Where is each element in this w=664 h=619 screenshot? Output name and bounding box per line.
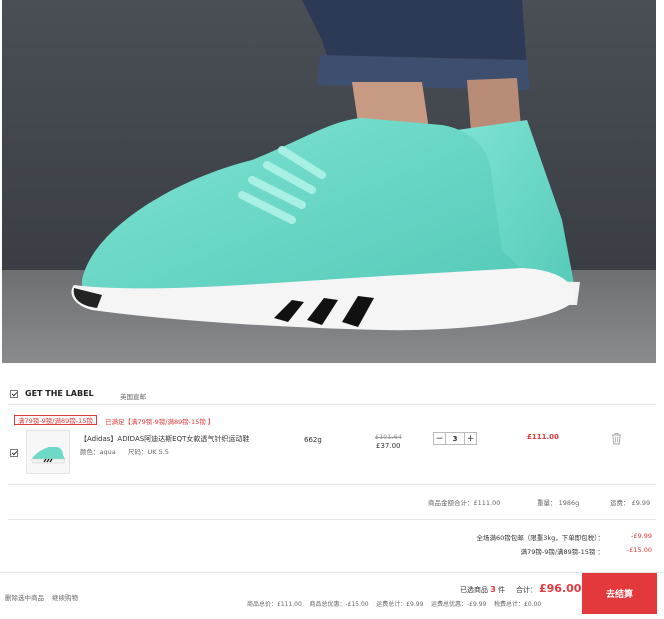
item-size: 尺码：UK 5.5 xyxy=(128,448,169,456)
store-goods-total: 商品金额合计：£111.00 xyxy=(428,499,501,507)
store-select-checkbox[interactable] xyxy=(10,390,18,398)
quantity-decrease-button[interactable]: − xyxy=(433,432,446,445)
continue-shopping-link[interactable]: 继续购物 xyxy=(52,592,78,602)
divider xyxy=(0,572,664,573)
item-color: 颜色：aqua xyxy=(80,448,116,456)
selected-suffix: 件 xyxy=(498,586,506,594)
promo-tag: 满79镑-9镑/满89镑-15镑 xyxy=(14,415,97,425)
quantity-value[interactable]: 3 xyxy=(446,432,464,445)
store-shipping: 运费： £9.99 xyxy=(610,499,651,507)
price-breakdown: 商品总价：£111.00 商品总优惠：-£15.00 运费总计：£9.99 运费… xyxy=(247,601,542,608)
promo-applied: 已满足【满79镑-9镑/满89镑-15镑 】 xyxy=(105,416,214,426)
quantity-increase-button[interactable]: + xyxy=(464,432,477,445)
divider xyxy=(8,484,656,485)
item-subtotal: £111.00 xyxy=(527,433,559,441)
discount-promo-value: -£15.00 xyxy=(626,546,652,554)
delete-selected-link[interactable]: 删除选中商品 xyxy=(5,592,44,602)
item-price: £37.00 xyxy=(376,442,401,450)
store-origin: 英国直邮 xyxy=(120,393,146,401)
store-weight: 重量： 1986g xyxy=(537,499,580,507)
item-weight: 662g xyxy=(304,436,322,444)
discount-free-shipping-value: -£9.99 xyxy=(631,532,652,540)
promo-applied-detail: 【满79镑-9镑/满89镑-15镑 】 xyxy=(124,418,215,426)
divider xyxy=(8,519,656,520)
discount-promo-label: 满79镑-9镑/满89镑-15镑 ： xyxy=(520,548,604,556)
divider xyxy=(8,404,656,405)
store-name[interactable]: GET THE LABEL xyxy=(25,389,94,398)
item-original-price: £101.64 xyxy=(375,433,402,441)
trash-icon[interactable] xyxy=(611,432,622,445)
selected-prefix: 已选商品 xyxy=(460,586,488,594)
selected-count-text: 已选商品 3 件 xyxy=(460,585,505,595)
promo-applied-prefix: 已满足 xyxy=(105,418,125,426)
selected-count: 3 xyxy=(490,585,496,594)
item-title[interactable]: 【Adidas】ADIDAS阿迪达斯EQT女款透气针织运动鞋 xyxy=(80,434,290,444)
checkout-button[interactable]: 去结算 xyxy=(582,573,657,614)
item-select-checkbox[interactable] xyxy=(10,449,18,457)
product-hero-image xyxy=(2,0,656,363)
total-label: 合计： xyxy=(516,586,537,594)
quantity-stepper: − 3 + xyxy=(433,432,477,445)
discount-free-shipping-label: 全场满60镑包邮（限重3kg，下单即包税）： xyxy=(476,534,604,542)
item-thumbnail[interactable] xyxy=(26,430,70,474)
total-value: £96.00 xyxy=(539,582,582,595)
